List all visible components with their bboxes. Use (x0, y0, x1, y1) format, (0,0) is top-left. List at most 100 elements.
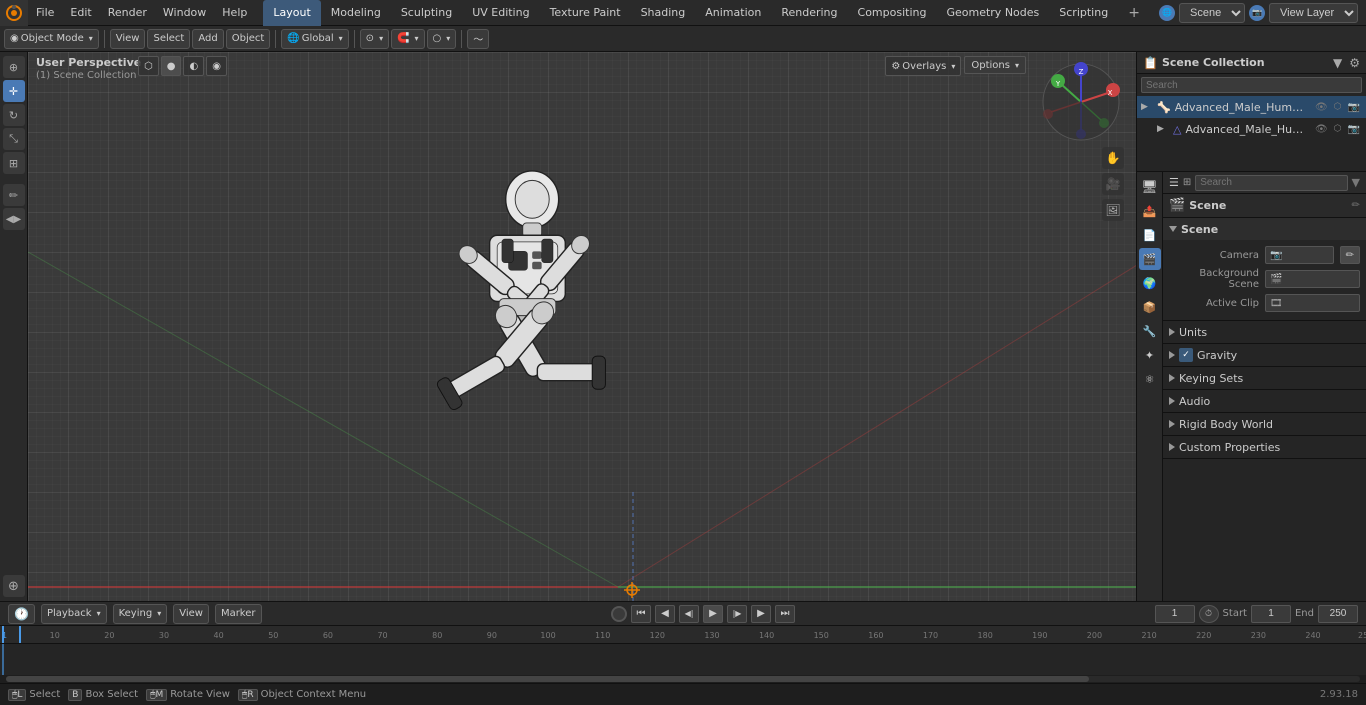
prop-modifier-icon[interactable]: 🔧 (1139, 320, 1161, 342)
start-frame-input[interactable] (1251, 605, 1291, 623)
timeline-scrollbar-thumb[interactable] (6, 676, 1089, 682)
tab-animation[interactable]: Animation (695, 0, 771, 26)
prop-particles-icon[interactable]: ✦ (1139, 344, 1161, 366)
mode-selector[interactable]: ◉ Object Mode ▾ (4, 29, 99, 49)
menu-file[interactable]: File (28, 0, 62, 26)
tab-rendering[interactable]: Rendering (771, 0, 847, 26)
timeline-marker-menu[interactable]: Marker (215, 604, 262, 624)
menu-render[interactable]: Render (100, 0, 155, 26)
prev-keyframe-btn[interactable]: ◀| (679, 605, 699, 623)
background-scene-value[interactable]: 🎬 (1265, 270, 1360, 288)
view-layer-selector[interactable]: View Layer (1269, 3, 1358, 23)
rotate-tool-btn[interactable]: ↻ (3, 104, 25, 126)
props-filter-icon[interactable]: ▼ (1352, 176, 1360, 189)
camera-value[interactable]: 📷 (1265, 246, 1334, 264)
timeline-playback-menu[interactable]: Playback ▾ (41, 604, 107, 624)
play-btn[interactable]: ▶ (703, 605, 723, 623)
audio-section-header[interactable]: Audio (1163, 390, 1366, 412)
units-section-header[interactable]: Units (1163, 321, 1366, 343)
material-mode-btn[interactable]: ◐ (183, 56, 204, 76)
jump-end-btn[interactable]: ⏭ (775, 605, 795, 623)
prop-output-icon[interactable]: 📤 (1139, 200, 1161, 222)
tab-sculpting[interactable]: Sculpting (391, 0, 462, 26)
prop-object-icon[interactable]: 📦 (1139, 296, 1161, 318)
transform-tool-btn[interactable]: ⊞ (3, 152, 25, 174)
timeline-ruler[interactable]: /* ruler marks rendered below */ 1 10 20… (0, 626, 1366, 644)
timeline-type-selector[interactable]: 🕐 (8, 604, 35, 624)
pivot-selector[interactable]: ⊙ ▾ (360, 29, 389, 49)
record-btn[interactable] (611, 606, 627, 622)
tab-modeling[interactable]: Modeling (321, 0, 391, 26)
prop-world-icon[interactable]: 🌍 (1139, 272, 1161, 294)
tab-shading[interactable]: Shading (631, 0, 696, 26)
timeline-track[interactable] (0, 644, 1366, 675)
outliner-render-btn-1[interactable]: 📷 (1346, 124, 1362, 135)
snap-toggle[interactable]: 🧲 ▾ (391, 29, 424, 49)
outliner-expand-0[interactable]: ▶ (1141, 102, 1153, 112)
next-frame-btn[interactable]: ▶ (751, 605, 771, 623)
outliner-filter-btn[interactable]: ▼ (1333, 56, 1342, 70)
nav-hand-btn[interactable]: ✋ (1102, 147, 1124, 169)
tab-texture-paint[interactable]: Texture Paint (540, 0, 631, 26)
outliner-visibility-btn-0[interactable]: 👁 (1313, 102, 1330, 113)
gravity-checkbox[interactable]: ✓ (1179, 348, 1193, 362)
props-search-input[interactable] (1195, 175, 1347, 191)
tab-layout[interactable]: Layout (263, 0, 320, 26)
view-menu[interactable]: View (110, 29, 146, 49)
outliner-search-input[interactable] (1141, 77, 1362, 93)
move-tool-btn[interactable]: ✛ (3, 80, 25, 102)
timeline-scrollbar-track[interactable] (6, 676, 1360, 682)
proportional-editing[interactable]: ○ ▾ (427, 29, 457, 49)
tab-uv-editing[interactable]: UV Editing (462, 0, 539, 26)
measure-tool-btn[interactable]: ◀▶ (3, 208, 25, 230)
outliner-select-btn-0[interactable]: ⬡ (1332, 102, 1344, 113)
prop-scene-icon[interactable]: 🎬 (1139, 248, 1161, 270)
outliner-visibility-btn-1[interactable]: 👁 (1313, 124, 1330, 135)
scale-tool-btn[interactable]: ⤡ (3, 128, 25, 150)
timeline-scrollbar[interactable] (0, 675, 1366, 683)
timeline-view-menu[interactable]: View (173, 604, 209, 624)
axis-gizmo[interactable]: X Y Z (1041, 62, 1121, 145)
overlays-btn[interactable]: ⚙ Overlays ▾ (885, 56, 961, 76)
outliner-render-btn-0[interactable]: 📷 (1346, 102, 1362, 113)
nav-photo-btn[interactable]: 🖼 (1102, 199, 1124, 221)
tab-compositing[interactable]: Compositing (848, 0, 937, 26)
next-keyframe-btn[interactable]: |▶ (727, 605, 747, 623)
tab-add[interactable]: + (1118, 0, 1150, 26)
tab-scripting[interactable]: Scripting (1049, 0, 1118, 26)
prop-physics-icon[interactable]: ⚛ (1139, 368, 1161, 390)
viewport-canvas[interactable]: X Y Z (28, 52, 1136, 601)
annotate-tool-btn[interactable]: ✏ (3, 184, 25, 206)
camera-edit-btn[interactable]: ✏ (1340, 246, 1360, 264)
outliner-expand-1[interactable]: ▶ (1157, 124, 1169, 134)
props-scene-edit-btn[interactable]: ✏ (1352, 200, 1360, 211)
tab-geometry-nodes[interactable]: Geometry Nodes (936, 0, 1049, 26)
prop-render-icon[interactable]: 🖥 (1139, 176, 1161, 198)
rigid-body-world-section-header[interactable]: Rigid Body World (1163, 413, 1366, 435)
custom-props-section-header[interactable]: Custom Properties (1163, 436, 1366, 458)
rendered-mode-btn[interactable]: ◉ (206, 56, 227, 76)
timeline-keying-menu[interactable]: Keying ▾ (113, 604, 168, 624)
nav-camera-btn[interactable]: 🎥 (1102, 173, 1124, 195)
add-menu[interactable]: Add (192, 29, 223, 49)
menu-help[interactable]: Help (214, 0, 255, 26)
menu-window[interactable]: Window (155, 0, 214, 26)
current-frame-input[interactable] (1155, 605, 1195, 623)
outliner-item-1[interactable]: ▶ △ Advanced_Male_Humanc 👁 ⬡ 📷 (1137, 118, 1366, 140)
prop-view-layer-icon[interactable]: 📄 (1139, 224, 1161, 246)
outliner-item-0[interactable]: ▶ 🦴 Advanced_Male_Humanoid_R 👁 ⬡ 📷 (1137, 96, 1366, 118)
grease-pencil-toggle[interactable]: 〜 (467, 29, 489, 49)
active-clip-value[interactable]: 🎞 (1265, 294, 1360, 312)
end-frame-input[interactable] (1318, 605, 1358, 623)
scene-selector[interactable]: Scene (1179, 3, 1245, 23)
outliner-add-btn[interactable]: ⚙ (1349, 56, 1360, 70)
options-btn[interactable]: Options ▾ (964, 56, 1026, 74)
scene-section-header[interactable]: Scene (1163, 218, 1366, 240)
jump-start-btn[interactable]: ⏮ (631, 605, 651, 623)
menu-edit[interactable]: Edit (62, 0, 99, 26)
prev-frame-btn[interactable]: ◀ (655, 605, 675, 623)
wireframe-mode-btn[interactable]: ⬡ (138, 56, 159, 76)
select-menu[interactable]: Select (147, 29, 190, 49)
gravity-section-header[interactable]: ✓ Gravity (1163, 344, 1366, 366)
outliner-select-btn-1[interactable]: ⬡ (1332, 124, 1344, 135)
